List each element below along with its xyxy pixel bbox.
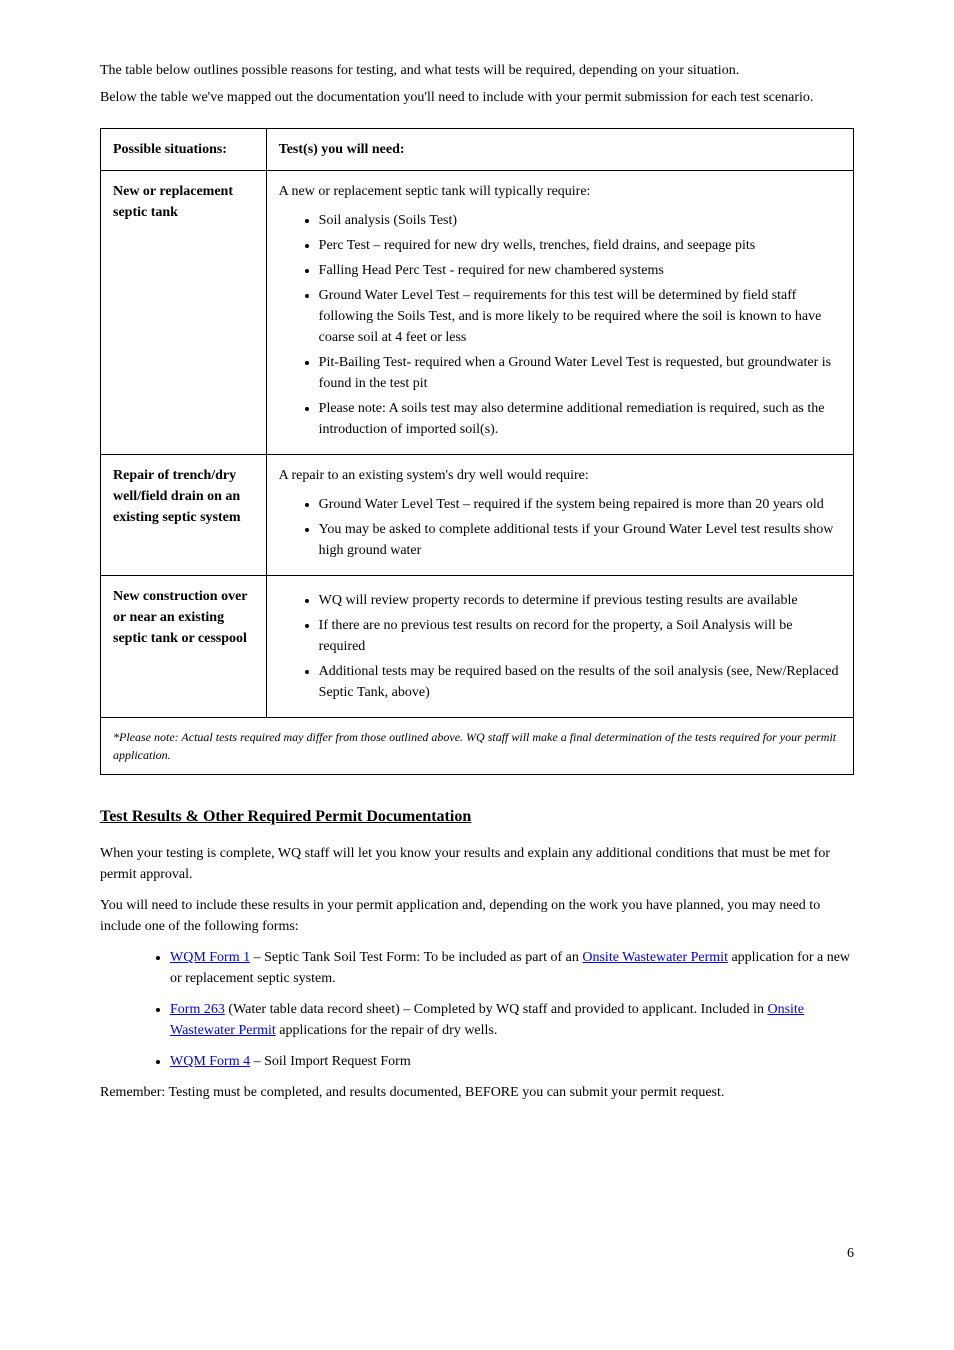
situation-cell: New construction over or near an existin… (101, 576, 267, 718)
list-item: If there are no previous test results on… (319, 615, 841, 657)
list-item: You may be asked to complete additional … (319, 519, 841, 561)
table-row: New construction over or near an existin… (101, 576, 854, 718)
list-item-text: (Water table data record sheet) – Comple… (225, 1002, 768, 1017)
situation-cell: New or replacement septic tank (101, 171, 267, 455)
tests-list: Soil analysis (Soils Test) Perc Test – r… (279, 210, 841, 440)
table-header-right: Test(s) you will need: (266, 129, 853, 171)
situations-tests-table: Possible situations: Test(s) you will ne… (100, 128, 854, 775)
tests-list: Ground Water Level Test – required if th… (279, 494, 841, 561)
intro-section: The table below outlines possible reason… (100, 60, 854, 108)
list-item: Ground Water Level Test – required if th… (319, 494, 841, 515)
intro-paragraph-1: The table below outlines possible reason… (100, 60, 854, 81)
tests-cell: A repair to an existing system's dry wel… (266, 455, 853, 576)
list-item: Perc Test – required for new dry wells, … (319, 235, 841, 256)
cell-intro: A repair to an existing system's dry wel… (279, 465, 841, 486)
list-item: WQM Form 1 – Septic Tank Soil Test Form:… (170, 947, 854, 989)
page-number: 6 (100, 1243, 854, 1264)
table-row: New or replacement septic tank A new or … (101, 171, 854, 455)
section-heading: Test Results & Other Required Permit Doc… (100, 805, 854, 829)
form-link[interactable]: WQM Form 1 (170, 950, 250, 965)
section-paragraph: When your testing is complete, WQ staff … (100, 843, 854, 885)
section-paragraph: You will need to include these results i… (100, 895, 854, 937)
tests-cell: WQ will review property records to deter… (266, 576, 853, 718)
list-item: Please note: A soils test may also deter… (319, 398, 841, 440)
table-header-left: Possible situations: (101, 129, 267, 171)
situation-cell: Repair of trench/dry well/field drain on… (101, 455, 267, 576)
table-row: Repair of trench/dry well/field drain on… (101, 455, 854, 576)
list-item: WQ will review property records to deter… (319, 590, 841, 611)
list-item: Pit-Bailing Test- required when a Ground… (319, 352, 841, 394)
list-item-text: applications for the repair of dry wells… (276, 1023, 498, 1038)
list-item: Ground Water Level Test – requirements f… (319, 285, 841, 348)
documentation-section: Test Results & Other Required Permit Doc… (100, 805, 854, 1103)
list-item: WQM Form 4 – Soil Import Request Form (170, 1051, 854, 1072)
form-link[interactable]: WQM Form 4 (170, 1054, 250, 1069)
form-link[interactable]: Form 263 (170, 1002, 225, 1017)
tests-cell: A new or replacement septic tank will ty… (266, 171, 853, 455)
tests-list: WQ will review property records to deter… (279, 590, 841, 703)
list-item: Form 263 (Water table data record sheet)… (170, 999, 854, 1041)
table-footnote: *Please note: Actual tests required may … (101, 718, 854, 775)
section-paragraph: Remember: Testing must be completed, and… (100, 1082, 854, 1103)
list-item: Additional tests may be required based o… (319, 661, 841, 703)
forms-list: WQM Form 1 – Septic Tank Soil Test Form:… (100, 947, 854, 1072)
list-item: Soil analysis (Soils Test) (319, 210, 841, 231)
list-item: Falling Head Perc Test - required for ne… (319, 260, 841, 281)
table-footnote-row: *Please note: Actual tests required may … (101, 718, 854, 775)
permit-link[interactable]: Onsite Wastewater Permit (582, 950, 728, 965)
list-item-text: – Soil Import Request Form (250, 1054, 411, 1069)
cell-intro: A new or replacement septic tank will ty… (279, 181, 841, 202)
list-item-text: – Septic Tank Soil Test Form: To be incl… (250, 950, 582, 965)
intro-paragraph-2: Below the table we've mapped out the doc… (100, 87, 854, 108)
